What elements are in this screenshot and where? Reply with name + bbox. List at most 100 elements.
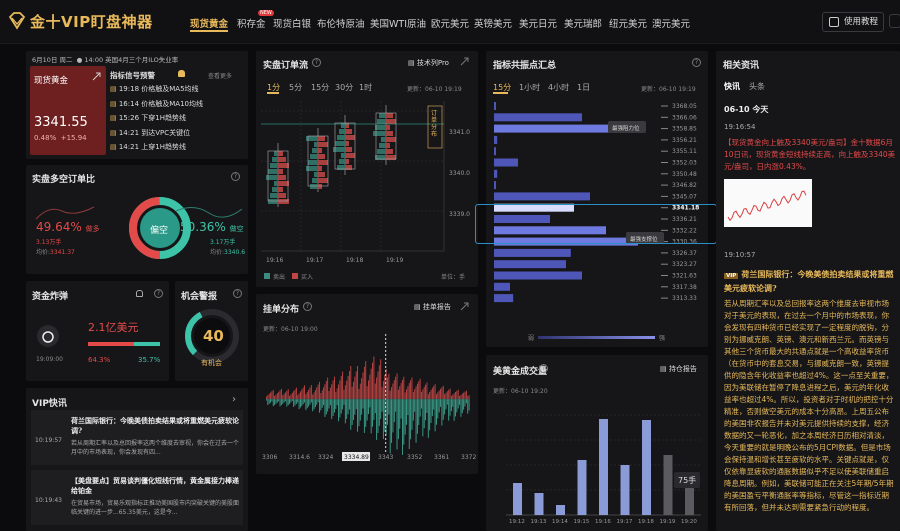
sell-order-bar <box>378 399 380 426</box>
warning-item[interactable]: ▤ 19:18 价格触及MA5均线 <box>110 84 199 94</box>
info-item-text[interactable]: 【现货黄金向上触及3340美元/盎司】金十数据6月10日讯，现货黄金短线持续走高… <box>724 137 896 173</box>
nav-gbpusd[interactable]: 英镑美元 <box>474 16 512 30</box>
order-distribution-panel: 挂单分布 ? ▤ 挂单报告 更新：06-10 19:00 3306 3314.6 3… <box>256 294 478 474</box>
buy-order-bar <box>426 382 428 399</box>
buy-order-bar <box>452 394 454 399</box>
buy-order-bar <box>329 387 331 399</box>
buy-order-bar <box>430 389 432 399</box>
sell-cell <box>270 193 278 198</box>
nav-usdjpy[interactable]: 美元日元 <box>519 16 557 30</box>
sell-order-bar <box>316 399 318 405</box>
buy-cell <box>318 166 322 171</box>
more-menu-icon[interactable] <box>889 14 900 28</box>
buy-order-bar <box>336 388 338 399</box>
buy-order-bar <box>332 380 334 399</box>
buy-order-bar <box>304 385 305 399</box>
sell-cell <box>339 159 345 164</box>
expand-icon[interactable] <box>92 72 101 81</box>
buy-order-bar <box>445 392 447 399</box>
nav-silver[interactable]: 现货白银 <box>273 16 311 30</box>
sell-cell <box>377 119 386 124</box>
buy-order-bar <box>289 396 291 399</box>
buy-order-bar <box>283 393 285 399</box>
sell-order-bar <box>290 399 292 403</box>
price-card[interactable]: 现货黄金 3341.55 0.48% +15.94 <box>30 66 106 155</box>
buy-order-bar <box>287 389 289 399</box>
orders-unit: 单位：手 <box>441 274 466 281</box>
nav-eurusd[interactable]: 欧元美元 <box>431 16 469 30</box>
buy-order-bar <box>301 389 303 399</box>
tutorial-button[interactable]: 使用教程 <box>822 12 884 32</box>
sell-order-bar <box>384 399 386 432</box>
nav-gold-spot[interactable]: 现货黄金 <box>190 16 228 30</box>
nav-nzdusd[interactable]: 纽元美元 <box>609 16 647 30</box>
sell-order-bar <box>287 399 289 406</box>
warning-item[interactable]: ▤ 14:21 上穿1H趋势线 <box>110 142 186 152</box>
volume-bar <box>663 455 673 515</box>
buy-order-bar <box>382 381 384 399</box>
resonance-levels-panel: 指标共振点汇总 ? 15分 1小时 4小时 1日 更新：06-10 19:19 336… <box>486 51 708 347</box>
buy-order-bar <box>368 380 369 399</box>
buy-cell <box>345 159 349 164</box>
buy-order-bar <box>297 395 299 399</box>
warning-item[interactable]: ▤ 14:21 到达VPC关键位 <box>110 128 190 138</box>
buy-order-bar <box>416 383 418 399</box>
sell-cell <box>373 131 386 136</box>
vip-news-item[interactable]: 10:19:43 【美盘要点】贸易谈判僵化短线行情，黄金属接力棒递给铂金 在贸易市场… <box>31 470 243 525</box>
help-icon[interactable]: ? <box>231 172 240 181</box>
sell-order-bar <box>282 399 284 404</box>
nav-jicun[interactable]: 积存金 <box>237 16 266 30</box>
levels-chart: 3368.05 3366.06 3358.85 3356.21 3355.11 3352.… <box>494 102 699 303</box>
info-item-title[interactable]: VIP 荷兰国际银行：今晚美债拍卖结果或将重燃美元疲软论调? <box>724 268 896 294</box>
bell-icon <box>178 70 185 77</box>
tab-flash[interactable]: 快讯 <box>724 81 740 92</box>
buy-cell <box>318 184 322 189</box>
sell-order-bar <box>347 399 349 415</box>
sell-order-bar <box>453 399 455 421</box>
vip-news-item[interactable]: 10:19:57 荷兰国际银行：今晚美债拍卖结果或将重燃美元疲软论调? 若从周期汇率… <box>31 410 243 465</box>
volume-bar <box>556 505 565 515</box>
warning-item[interactable]: ▤ 16:14 价格触及MA10均线 <box>110 99 203 109</box>
help-icon[interactable]: ? <box>233 289 242 298</box>
warnings-more-link[interactable]: 查看更多 <box>208 71 232 80</box>
nav-wti[interactable]: 美国WTI原油 <box>370 16 426 30</box>
buy-order-bar <box>408 383 410 399</box>
sell-order-bar <box>455 399 456 417</box>
doc-icon: ▤ <box>110 143 119 151</box>
chevron-right-icon[interactable]: › <box>232 394 236 405</box>
buy-order-bar <box>314 389 316 399</box>
level-price: 3323.27 <box>672 261 697 268</box>
buy-order-bar <box>280 388 282 399</box>
bell-icon[interactable] <box>136 290 143 297</box>
buy-order-bar <box>442 385 444 399</box>
warning-text: 价格触及MA5均线 <box>141 85 199 93</box>
vip-news-panel: VIP快讯 › 10:19:57 荷兰国际银行：今晚美债拍卖结果或将重燃美元疲软论… <box>26 388 248 531</box>
sell-order-bar <box>374 399 376 414</box>
strength-gradient <box>538 336 655 339</box>
warning-item[interactable]: ▤ 15:26 下穿1H趋势线 <box>110 113 186 123</box>
buy-order-bar <box>354 376 356 399</box>
tab-headline[interactable]: 头条 <box>749 81 765 92</box>
nav-audusd[interactable]: 澳元美元 <box>652 16 690 30</box>
sell-order-bar <box>402 399 403 455</box>
sell-order-bar <box>376 399 378 440</box>
help-icon[interactable]: ? <box>154 289 163 298</box>
nav-brent[interactable]: 布伦特原油 <box>317 16 365 30</box>
nav-usdchf[interactable]: 美元瑞郎 <box>564 16 602 30</box>
sell-order-bar <box>434 399 436 432</box>
volume-bar <box>513 483 522 515</box>
level-price: 3356.21 <box>672 137 697 144</box>
buy-order-bar <box>380 359 382 399</box>
buy-order-bar <box>298 393 300 399</box>
buy-order-bar <box>302 387 304 399</box>
buy-cell <box>386 119 396 124</box>
sell-order-bar <box>289 399 291 404</box>
sell-order-bar <box>433 399 435 410</box>
sell-order-bar <box>324 399 326 417</box>
sell-order-bar <box>380 399 382 419</box>
sell-order-bar <box>411 399 413 430</box>
sell-order-bar <box>295 399 297 405</box>
sell-order-bar <box>283 399 285 403</box>
volume-bar <box>642 420 651 515</box>
sell-order-bar <box>369 399 371 408</box>
